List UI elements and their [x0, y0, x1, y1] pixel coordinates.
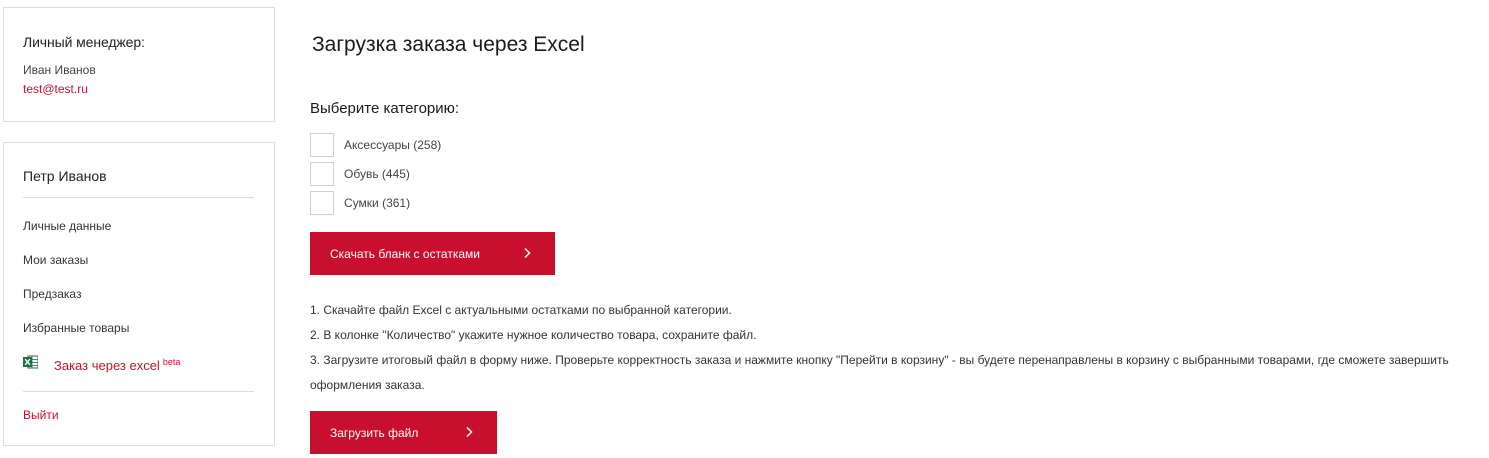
download-button-label: Скачать бланк с остатками	[330, 246, 480, 261]
category-label: Сумки (361)	[344, 195, 411, 210]
menu-item-excel-order[interactable]: Заказ через excel beta	[23, 355, 254, 387]
menu-item-label: Заказ через excel beta	[54, 355, 180, 373]
download-template-button[interactable]: Скачать бланк с остатками	[310, 232, 555, 275]
beta-badge: beta	[162, 357, 181, 367]
account-menu: Личные данные Мои заказы Предзаказ Избра…	[23, 219, 254, 387]
manager-title: Личный менеджер:	[23, 34, 145, 50]
page: Личный менеджер: Иван Иванов test@test.r…	[0, 0, 1489, 458]
chevron-right-icon	[466, 426, 473, 438]
manager-name: Иван Иванов	[23, 63, 96, 77]
category-label: Обувь (445)	[344, 166, 410, 181]
upload-file-button[interactable]: Загрузить файл	[310, 411, 497, 454]
chevron-right-icon	[524, 247, 531, 259]
upload-button-label: Загрузить файл	[330, 425, 419, 440]
page-title: Загрузка заказа через Excel	[312, 33, 585, 56]
menu-item-my-orders[interactable]: Мои заказы	[23, 253, 254, 287]
menu-item-preorder[interactable]: Предзаказ	[23, 287, 254, 321]
menu-item-text: Заказ через excel	[54, 358, 160, 373]
checkbox[interactable]	[310, 132, 334, 157]
instruction-step: 2. В колонке "Количество" укажите нужное…	[310, 328, 757, 342]
category-option-accessories[interactable]: Аксессуары (258)	[310, 130, 441, 159]
checkbox[interactable]	[310, 190, 334, 215]
divider	[23, 391, 254, 392]
menu-item-label: Мои заказы	[23, 253, 89, 267]
instructions: 1. Скачайте файл Excel с актуальными ост…	[310, 298, 1489, 398]
user-name: Петр Иванов	[23, 168, 107, 184]
divider	[23, 197, 254, 198]
category-option-bags[interactable]: Сумки (361)	[310, 188, 441, 217]
manager-email-link[interactable]: test@test.ru	[23, 82, 88, 96]
menu-item-label: Избранные товары	[23, 321, 130, 335]
manager-card: Личный менеджер: Иван Иванов test@test.r…	[3, 7, 275, 122]
menu-item-label: Предзаказ	[23, 287, 82, 301]
checkbox[interactable]	[310, 161, 334, 186]
category-title: Выберите категорию:	[310, 100, 460, 117]
excel-icon	[23, 355, 38, 369]
user-menu-card: Петр Иванов Личные данные Мои заказы Пре…	[3, 142, 275, 446]
category-option-shoes[interactable]: Обувь (445)	[310, 159, 441, 188]
instruction-step: 1. Скачайте файл Excel с актуальными ост…	[310, 303, 732, 317]
menu-item-favorites[interactable]: Избранные товары	[23, 321, 254, 355]
category-label: Аксессуары (258)	[344, 137, 442, 152]
instruction-step: 3. Загрузите итоговый файл в форму ниже.…	[310, 353, 1449, 392]
category-list: Аксессуары (258) Обувь (445) Сумки (361)	[310, 130, 441, 217]
menu-item-label: Личные данные	[23, 219, 112, 233]
menu-item-personal-data[interactable]: Личные данные	[23, 219, 254, 253]
logout-link[interactable]: Выйти	[23, 408, 59, 422]
